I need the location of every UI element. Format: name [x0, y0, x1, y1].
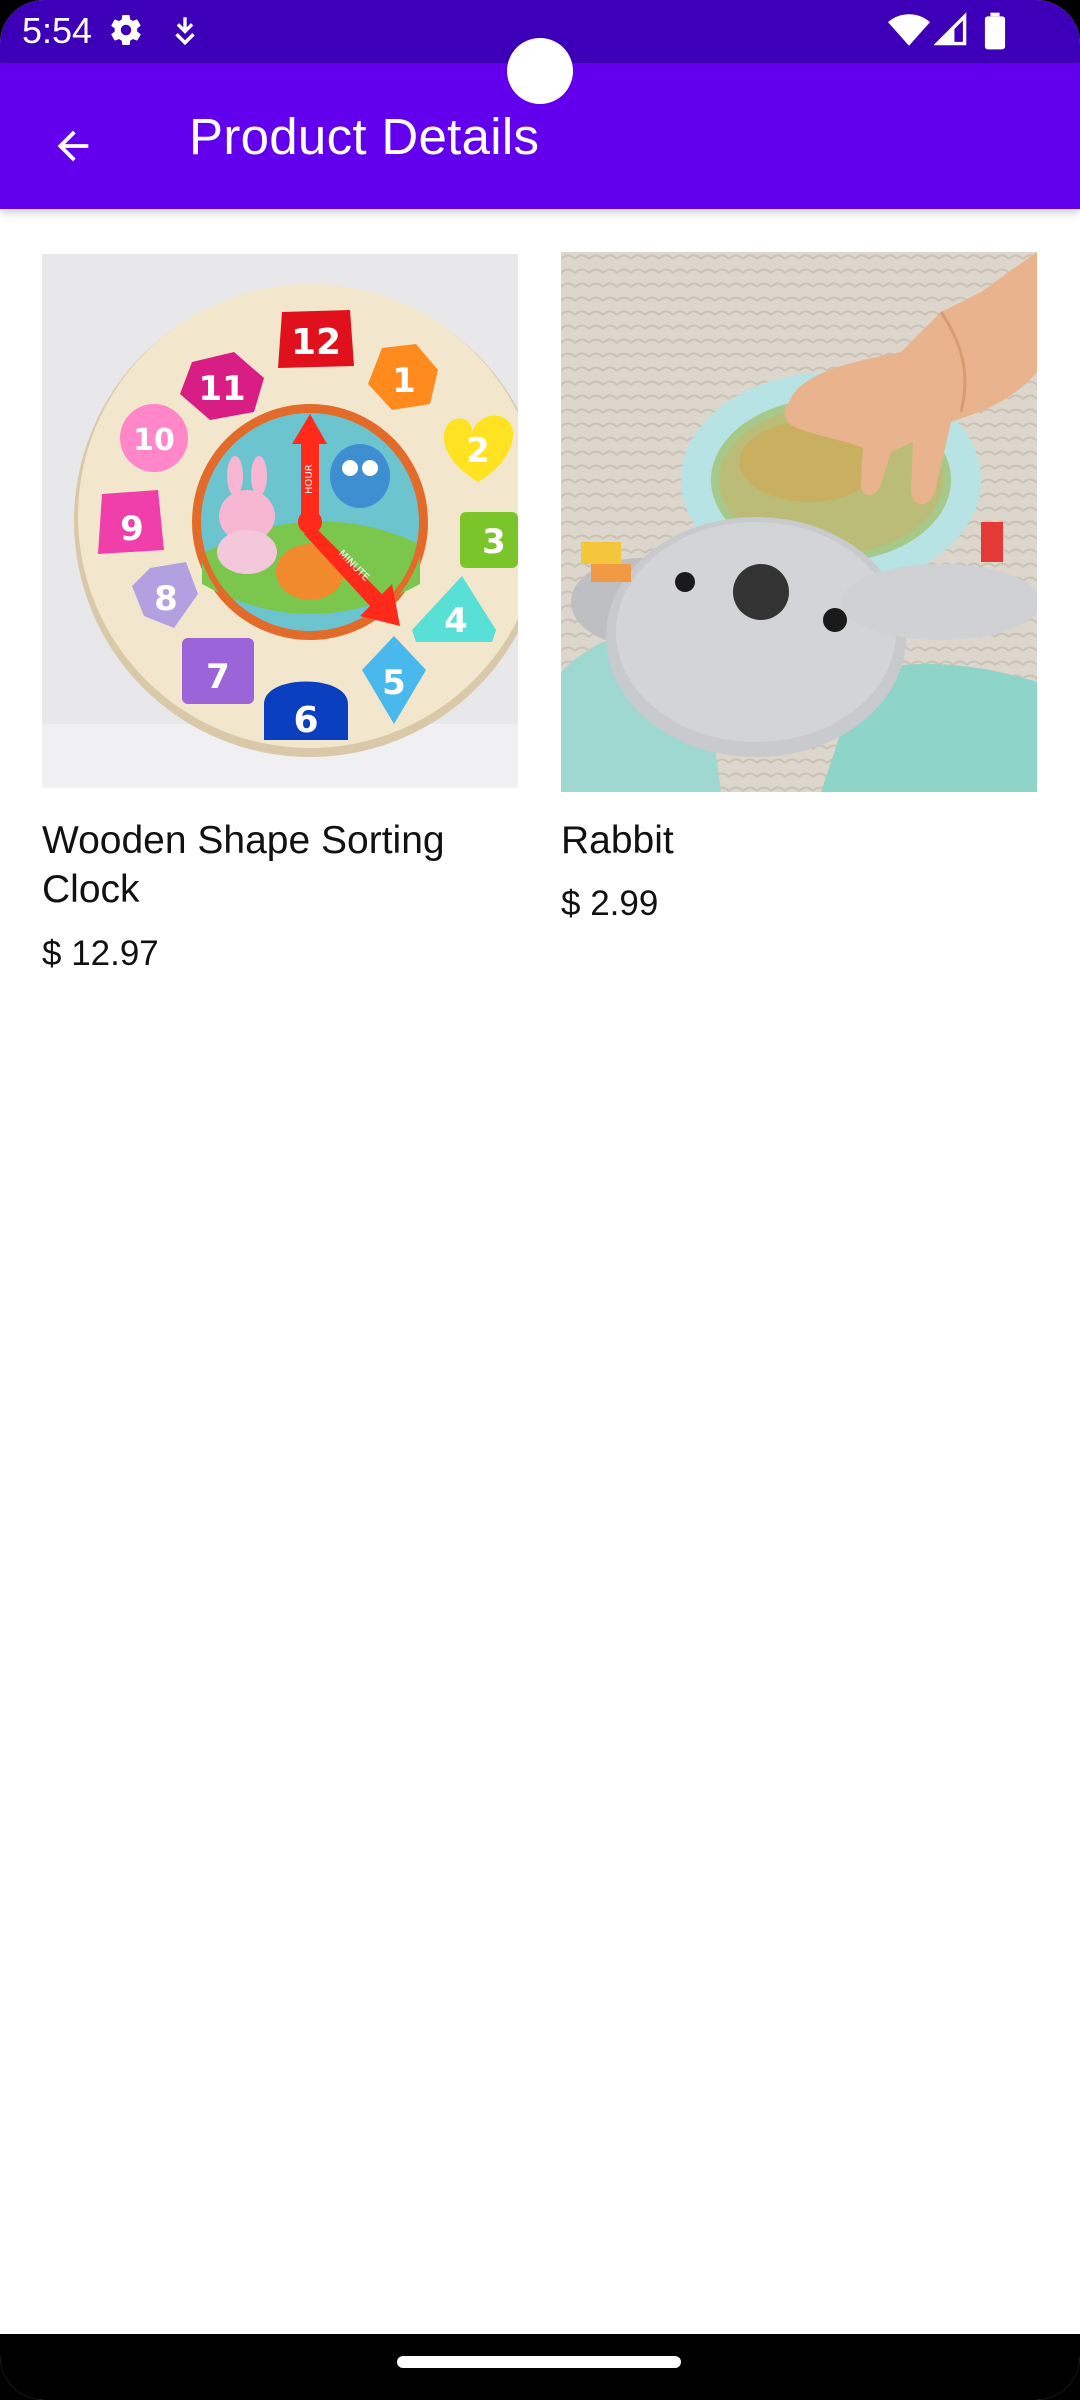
clock-number-9: 9 [120, 509, 144, 549]
page-title: Product Details [189, 108, 540, 165]
hour-hand-label: HOUR [304, 464, 315, 494]
navigation-bar [0, 2334, 1080, 2400]
status-time: 5:54 [22, 10, 93, 51]
signal-icon [933, 12, 968, 53]
product-card[interactable]: Rabbit $ 2.99 [561, 252, 1037, 942]
clock-number-7: 7 [206, 657, 230, 697]
product-price: $ 2.99 [561, 884, 659, 923]
clock-number-5: 5 [382, 663, 406, 703]
clock-number-10: 10 [133, 423, 175, 458]
clock-number-3: 3 [482, 522, 506, 562]
clock-number-2: 2 [466, 431, 490, 471]
back-button[interactable] [30, 103, 116, 189]
clock-number-8: 8 [154, 579, 178, 619]
clock-number-11: 11 [198, 369, 245, 409]
camera-cutout [507, 38, 573, 104]
clock-number-1: 1 [392, 361, 416, 401]
product-price: $ 12.97 [42, 934, 159, 973]
arrow-left-icon [57, 130, 89, 162]
clock-number-6: 6 [293, 700, 318, 741]
product-image-clock[interactable]: HOUR MINUTE 12 1 2 3 4 5 6 7 8 9 10 11 [42, 254, 518, 788]
gear-icon [108, 12, 144, 53]
screen: 5:54 Product Details HOUR MINUTE 12 1 2 … [0, 0, 1080, 2400]
rabbit-toy-image [561, 252, 1037, 792]
product-name: Rabbit [561, 819, 674, 862]
product-image-rabbit[interactable] [561, 252, 1037, 792]
download-icon [168, 12, 202, 53]
product-card[interactable]: HOUR MINUTE 12 1 2 3 4 5 6 7 8 9 10 11 W… [42, 254, 518, 994]
clock-number-4: 4 [444, 601, 468, 641]
product-name: Wooden Shape Sorting Clock [42, 819, 445, 911]
wifi-icon [888, 12, 930, 53]
clock-number-12: 12 [291, 322, 341, 363]
clock-toy-image: HOUR MINUTE 12 1 2 3 4 5 6 7 8 9 10 11 [42, 254, 518, 788]
home-handle[interactable] [397, 2356, 681, 2368]
battery-icon [984, 12, 1006, 55]
